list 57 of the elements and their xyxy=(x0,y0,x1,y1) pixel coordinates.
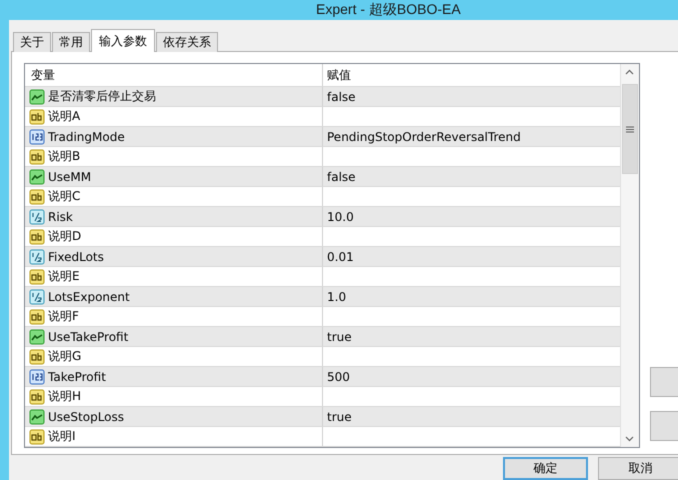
parameter-value[interactable]: false xyxy=(327,90,356,104)
number-icon xyxy=(29,368,45,384)
parameter-name: 说明H xyxy=(48,388,82,405)
tab[interactable]: 常用 xyxy=(52,32,90,52)
string-icon xyxy=(29,228,45,244)
column-header[interactable]: 变量 xyxy=(25,64,323,86)
scrollbar[interactable] xyxy=(620,64,639,447)
string-icon xyxy=(29,268,45,284)
fraction-icon xyxy=(29,208,45,224)
toggle-icon xyxy=(29,408,45,424)
parameter-value[interactable]: true xyxy=(327,330,352,344)
parameter-name: UseMM xyxy=(48,170,92,184)
parameter-name: UseTakeProfit xyxy=(48,330,128,344)
parameter-name: 说明I xyxy=(48,428,76,445)
parameter-name: TradingMode xyxy=(48,130,125,144)
parameter-name: 说明G xyxy=(48,348,82,365)
parameter-value[interactable]: PendingStopOrderReversalTrend xyxy=(327,130,521,144)
fraction-icon xyxy=(29,288,45,304)
parameter-value[interactable]: 500 xyxy=(327,370,350,384)
string-icon xyxy=(29,388,45,404)
grip-icon xyxy=(626,126,634,132)
parameter-value[interactable]: 0.01 xyxy=(327,250,354,264)
string-icon xyxy=(29,348,45,364)
parameter-value[interactable]: true xyxy=(327,410,352,424)
string-icon xyxy=(29,148,45,164)
parameter-name: 说明F xyxy=(48,308,79,325)
dialog-button[interactable]: 确定 xyxy=(503,457,588,480)
number-icon xyxy=(29,128,45,144)
parameter-value[interactable]: false xyxy=(327,170,356,184)
fraction-icon xyxy=(29,248,45,264)
parameter-name: 说明D xyxy=(48,228,82,245)
parameter-name: 是否清零后停止交易 xyxy=(48,88,156,105)
toggle-icon xyxy=(29,168,45,184)
tab[interactable]: 依存关系 xyxy=(156,32,218,52)
tab[interactable]: 输入参数 xyxy=(91,29,155,52)
string-icon xyxy=(29,188,45,204)
parameter-name: TakeProfit xyxy=(48,370,106,384)
dialog-button[interactable]: 取消 xyxy=(598,457,678,480)
parameter-name: 说明B xyxy=(48,148,80,165)
string-icon xyxy=(29,428,45,444)
parameter-name: FixedLots xyxy=(48,250,104,264)
parameter-name: 说明A xyxy=(48,108,80,125)
scroll-thumb[interactable] xyxy=(622,84,638,174)
window-title: Expert - 超级BOBO-EA xyxy=(316,1,461,19)
column-header[interactable]: 赋值 xyxy=(323,64,620,86)
string-icon xyxy=(29,308,45,324)
tab[interactable]: 关于 xyxy=(13,32,51,52)
parameter-name: 说明E xyxy=(48,268,80,285)
string-icon xyxy=(29,108,45,124)
parameter-value[interactable]: 1.0 xyxy=(327,290,346,304)
parameter-name: UseStopLoss xyxy=(48,410,124,424)
toggle-icon xyxy=(29,328,45,344)
parameter-name: Risk xyxy=(48,210,73,224)
toggle-icon xyxy=(29,88,45,104)
parameter-name: 说明C xyxy=(48,188,80,205)
parameter-name: LotsExponent xyxy=(48,290,130,304)
parameter-value[interactable]: 10.0 xyxy=(327,210,354,224)
